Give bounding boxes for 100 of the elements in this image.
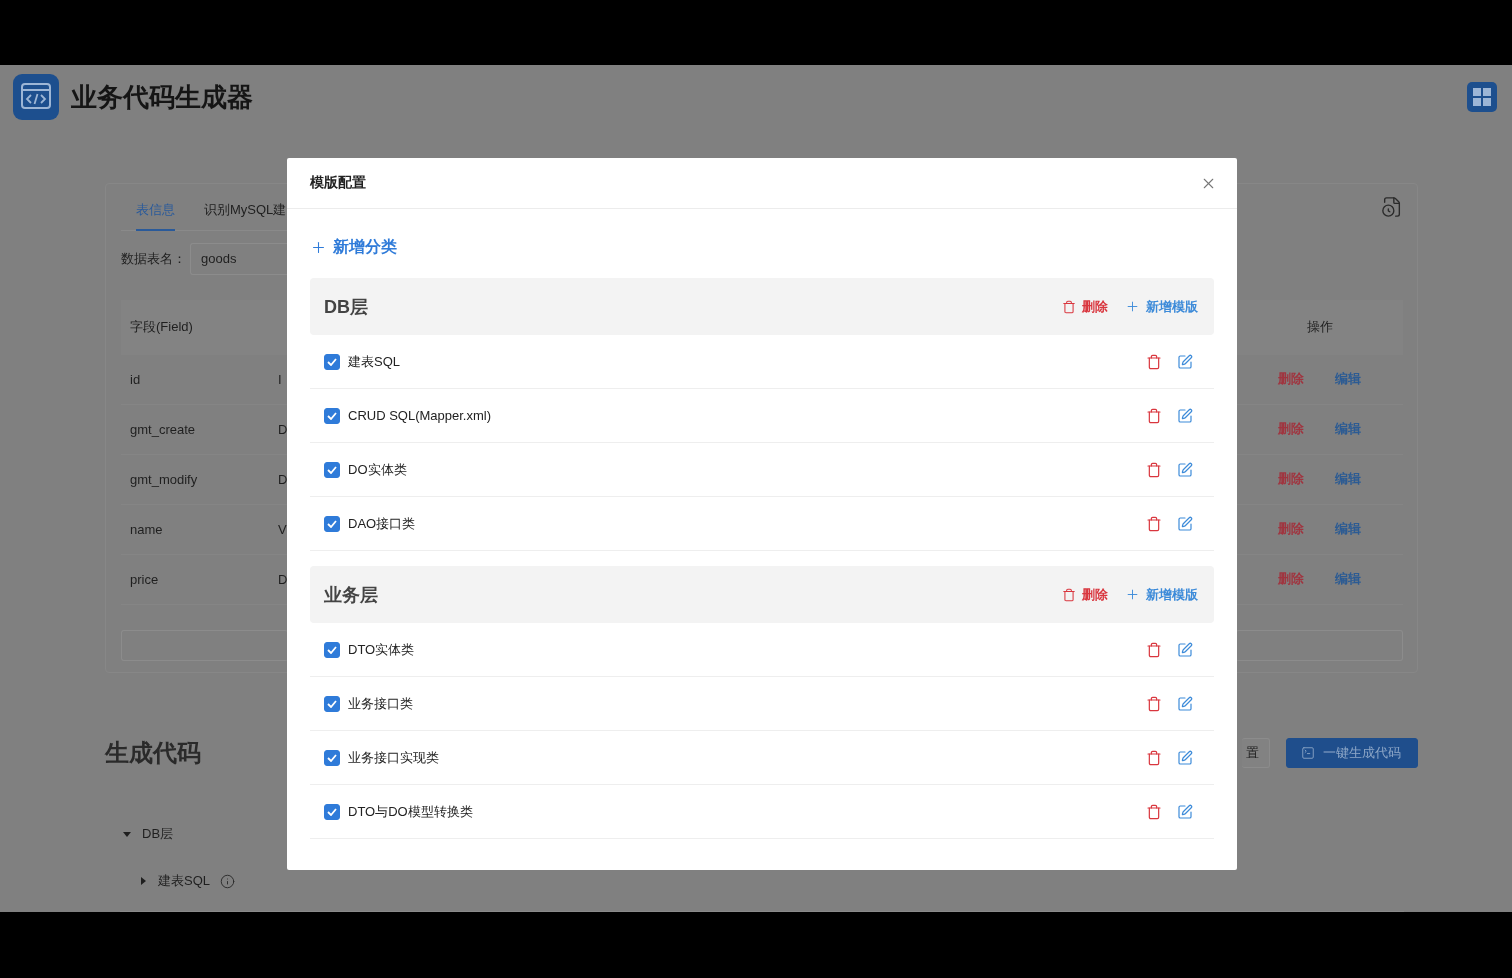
add-template-button[interactable]: 新增模版 [1125, 585, 1198, 604]
edit-button[interactable] [1177, 749, 1193, 766]
column-header: 字段(Field) [129, 318, 193, 337]
trash-icon [1146, 353, 1162, 370]
trash-icon [1146, 803, 1162, 820]
app-title: 业务代码生成器 [71, 80, 254, 114]
edit-icon [1177, 515, 1193, 532]
plus-icon [1125, 587, 1140, 602]
document-clock-icon[interactable] [1381, 195, 1403, 218]
edit-link[interactable]: 编辑 [1335, 570, 1361, 589]
template-name: CRUD SQL(Mapper.xml) [348, 408, 493, 423]
column-header: 操作 [1305, 318, 1334, 337]
delete-button[interactable] [1146, 515, 1162, 532]
delete-button[interactable] [1146, 353, 1162, 370]
table-name-field[interactable]: goods [190, 242, 288, 275]
template-name: 业务接口类 [348, 694, 414, 713]
edit-link[interactable]: 编辑 [1335, 370, 1361, 389]
table-cell-text: I [277, 371, 282, 387]
trash-icon [1146, 461, 1162, 478]
edit-button[interactable] [1177, 695, 1193, 712]
table-cell-text: price [129, 571, 160, 587]
edit-icon [1177, 407, 1193, 424]
add-category-button[interactable]: 新增分类 [310, 231, 397, 263]
edit-icon [1177, 695, 1193, 712]
trash-icon [1146, 695, 1162, 712]
checkbox[interactable] [324, 461, 340, 478]
grid-icon[interactable] [1467, 82, 1497, 113]
generate-button[interactable]: 一键生成代码 [1286, 738, 1418, 768]
add-template-button[interactable]: 新增模版 [1125, 297, 1198, 316]
delete-link[interactable]: 删除 [1278, 470, 1304, 489]
check-icon [327, 411, 337, 420]
tab[interactable]: 识别MySQL建 [204, 195, 287, 231]
terminal-icon [1301, 746, 1315, 760]
tree-item[interactable]: DB层 [142, 825, 174, 843]
checkbox[interactable] [324, 515, 340, 532]
settings-button[interactable]: 置 [1242, 738, 1270, 768]
edit-button[interactable] [1177, 461, 1193, 478]
delete-group-button[interactable]: 删除 [1062, 297, 1108, 316]
checkbox[interactable] [324, 641, 340, 658]
template-name: DTO实体类 [348, 640, 416, 659]
tab[interactable]: 表信息 [136, 195, 175, 231]
check-icon [327, 357, 337, 366]
edit-button[interactable] [1177, 407, 1193, 424]
edit-button[interactable] [1177, 353, 1193, 370]
trash-icon [1146, 749, 1162, 766]
tree-item[interactable]: 建表SQL [158, 872, 210, 890]
edit-icon [1177, 749, 1193, 766]
checkbox[interactable] [324, 695, 340, 712]
edit-icon [1177, 641, 1193, 658]
caret-right-icon[interactable] [138, 876, 148, 886]
check-icon [327, 465, 337, 474]
table-cell-text: name [129, 521, 164, 537]
delete-link[interactable]: 删除 [1278, 570, 1304, 589]
edit-icon [1177, 803, 1193, 820]
delete-link[interactable]: 删除 [1278, 370, 1304, 389]
checkbox[interactable] [324, 407, 340, 424]
edit-link[interactable]: 编辑 [1335, 420, 1361, 439]
delete-button[interactable] [1146, 407, 1162, 424]
check-icon [327, 645, 337, 654]
edit-icon [1177, 353, 1193, 370]
delete-button[interactable] [1146, 695, 1162, 712]
delete-button[interactable] [1146, 803, 1162, 820]
checkbox[interactable] [324, 803, 340, 820]
trash-icon [1062, 587, 1076, 602]
template-name: DTO与DO模型转换类 [348, 802, 474, 821]
template-name: DO实体类 [348, 460, 408, 479]
edit-link[interactable]: 编辑 [1335, 520, 1361, 539]
group-title: 业务层 [324, 583, 378, 607]
check-icon [327, 519, 337, 528]
trash-icon [1146, 407, 1162, 424]
delete-button[interactable] [1146, 749, 1162, 766]
trash-icon [1146, 515, 1162, 532]
dialog-title: 模版配置 [310, 174, 366, 192]
delete-link[interactable]: 删除 [1278, 520, 1304, 539]
delete-group-button[interactable]: 删除 [1062, 585, 1108, 604]
template-name: 业务接口实现类 [348, 748, 440, 767]
checkbox[interactable] [324, 749, 340, 766]
trash-icon [1062, 299, 1076, 314]
checkbox[interactable] [324, 353, 340, 370]
table-cell-text: D [277, 471, 288, 487]
edit-button[interactable] [1177, 515, 1193, 532]
caret-down-icon[interactable] [122, 829, 132, 839]
edit-link[interactable]: 编辑 [1335, 470, 1361, 489]
edit-icon [1177, 461, 1193, 478]
delete-link[interactable]: 删除 [1278, 420, 1304, 439]
delete-button[interactable] [1146, 461, 1162, 478]
table-name-label: 数据表名： [121, 249, 186, 268]
template-name: 建表SQL [348, 352, 401, 371]
plus-icon [1125, 299, 1140, 314]
check-icon [327, 807, 337, 816]
table-cell-text: D [277, 421, 288, 437]
delete-button[interactable] [1146, 641, 1162, 658]
check-icon [327, 753, 337, 762]
table-cell-text: V [277, 521, 287, 537]
trash-icon [1146, 641, 1162, 658]
table-cell-text: gmt_create [129, 421, 197, 437]
info-icon[interactable] [220, 873, 235, 889]
check-icon [327, 699, 337, 708]
edit-button[interactable] [1177, 803, 1193, 820]
edit-button[interactable] [1177, 641, 1193, 658]
